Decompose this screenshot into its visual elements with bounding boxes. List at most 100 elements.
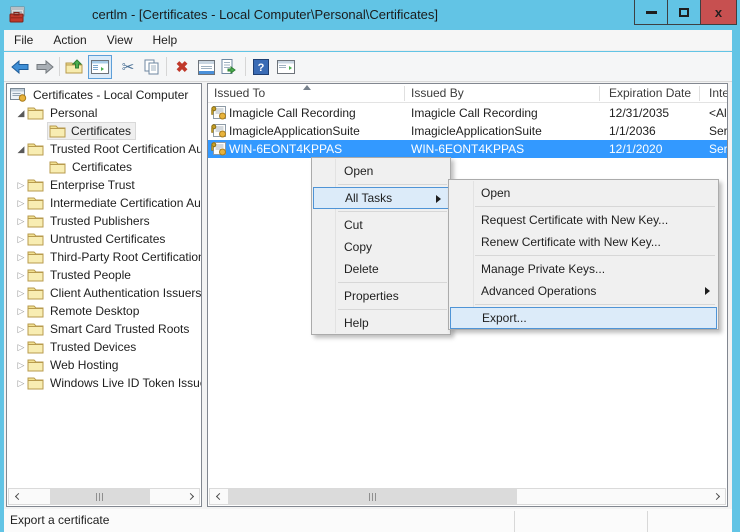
tree-item-label: Smart Card Trusted Roots [47, 321, 192, 337]
tree-item-certificates-local-computer[interactable]: Certificates - Local Computer [7, 86, 202, 104]
collapsed-icon[interactable]: ▷ [15, 379, 27, 388]
expanded-icon[interactable]: ◢ [15, 109, 27, 118]
export-list-icon [221, 59, 239, 75]
menu-separator [475, 304, 715, 305]
scroll-right-button[interactable] [183, 489, 199, 504]
tree-item-third-party[interactable]: ▷ Third-Party Root Certification [7, 248, 202, 266]
cell-issued-by: Imagicle Call Recording [411, 104, 596, 122]
forward-button[interactable] [32, 55, 56, 79]
menu-view[interactable]: View [97, 30, 143, 51]
tree-item-untrusted-certificates[interactable]: ▷ Untrusted Certificates [7, 230, 202, 248]
tree-item-intermediate[interactable]: ▷ Intermediate Certification Au [7, 194, 202, 212]
menu-help[interactable]: Help [143, 30, 188, 51]
context-open[interactable]: Open [313, 160, 449, 182]
context-copy[interactable]: Copy [313, 236, 449, 258]
submenu-advanced-operations[interactable]: Advanced Operations [450, 280, 717, 302]
context-all-tasks[interactable]: All Tasks [313, 187, 449, 209]
column-intended-purposes[interactable]: Inte [709, 84, 728, 103]
submenu-export[interactable]: Export... [450, 307, 717, 329]
tree-item-windows-live-id[interactable]: ▷ Windows Live ID Token Issue [7, 374, 202, 392]
certificate-row[interactable]: Imagicle Call Recording Imagicle Call Re… [208, 104, 727, 122]
column-divider[interactable] [404, 86, 405, 101]
scroll-left-button[interactable] [210, 489, 226, 504]
folder-icon [27, 232, 44, 246]
title-bar[interactable]: certlm - [Certificates - Local Computer\… [0, 0, 740, 30]
tree-item-client-auth-issuers[interactable]: ▷ Client Authentication Issuers [7, 284, 202, 302]
submenu-open[interactable]: Open [450, 182, 717, 204]
cell-expiration: 1/1/2036 [609, 122, 697, 140]
tree-item-trusted-people[interactable]: ▷ Trusted People [7, 266, 202, 284]
context-cut[interactable]: Cut [313, 214, 449, 236]
properties-button[interactable] [194, 55, 218, 79]
column-issued-by[interactable]: Issued By [411, 84, 464, 103]
column-divider[interactable] [599, 86, 600, 101]
help-button[interactable]: ? [249, 55, 273, 79]
tree-item-trusted-root[interactable]: ◢ Trusted Root Certification Au [7, 140, 202, 158]
scrollbar-thumb[interactable] [50, 489, 150, 504]
maximize-button[interactable] [667, 0, 701, 25]
properties-icon [198, 60, 215, 75]
submenu-arrow-icon [436, 195, 441, 203]
column-divider[interactable] [699, 86, 700, 101]
tree-item-label: Trusted People [47, 267, 134, 283]
collapsed-icon[interactable]: ▷ [15, 325, 27, 334]
collapsed-icon[interactable]: ▷ [15, 217, 27, 226]
column-issued-to[interactable]: Issued To [214, 84, 265, 103]
expanded-icon[interactable]: ◢ [15, 145, 27, 154]
menu-action[interactable]: Action [43, 30, 96, 51]
submenu-manage-private-keys[interactable]: Manage Private Keys... [450, 258, 717, 280]
collapsed-icon[interactable]: ▷ [15, 307, 27, 316]
export-list-button[interactable] [218, 55, 242, 79]
scrollbar-thumb[interactable] [228, 489, 517, 504]
scrollbar-track[interactable] [226, 489, 709, 504]
collapsed-icon[interactable]: ▷ [15, 343, 27, 352]
tree-item-remote-desktop[interactable]: ▷ Remote Desktop [7, 302, 202, 320]
menu-file[interactable]: File [4, 30, 43, 51]
window-title: certlm - [Certificates - Local Computer\… [30, 0, 500, 30]
collapsed-icon[interactable]: ▷ [15, 235, 27, 244]
cell-issued-to: Imagicle Call Recording [229, 104, 401, 122]
minimize-button[interactable] [634, 0, 668, 25]
chevron-right-icon [186, 493, 193, 500]
close-button[interactable]: x [700, 0, 737, 25]
tree-item-trusted-devices[interactable]: ▷ Trusted Devices [7, 338, 202, 356]
context-delete[interactable]: Delete [313, 258, 449, 280]
grip-icon [96, 493, 104, 501]
collapsed-icon[interactable]: ▷ [15, 181, 27, 190]
collapsed-icon[interactable]: ▷ [15, 271, 27, 280]
submenu-request-certificate[interactable]: Request Certificate with New Key... [450, 209, 717, 231]
folder-icon [27, 322, 44, 336]
console-root-icon [10, 88, 27, 102]
tree-item-enterprise-trust[interactable]: ▷ Enterprise Trust [7, 176, 202, 194]
status-separator [514, 511, 515, 532]
back-button[interactable] [8, 55, 32, 79]
scrollbar-track[interactable] [25, 489, 183, 504]
tree-horizontal-scrollbar[interactable] [8, 488, 200, 505]
copy-button[interactable] [140, 55, 164, 79]
show-console-tree-button[interactable] [88, 55, 112, 79]
collapsed-icon[interactable]: ▷ [15, 289, 27, 298]
certificate-row[interactable]: ImagicleApplicationSuite ImagicleApplica… [208, 122, 727, 140]
show-action-pane-button[interactable] [274, 55, 298, 79]
scroll-right-button[interactable] [709, 489, 725, 504]
collapsed-icon[interactable]: ▷ [15, 199, 27, 208]
submenu-renew-certificate[interactable]: Renew Certificate with New Key... [450, 231, 717, 253]
list-horizontal-scrollbar[interactable] [209, 488, 726, 505]
tree-item-personal-certificates[interactable]: Certificates [7, 122, 202, 140]
column-expiration-date[interactable]: Expiration Date [609, 84, 691, 103]
delete-button[interactable]: ✖ [170, 55, 194, 79]
context-properties[interactable]: Properties [313, 285, 449, 307]
cut-button[interactable]: ✂ [116, 55, 140, 79]
collapsed-icon[interactable]: ▷ [15, 361, 27, 370]
certificate-row-selected[interactable]: WIN-6EONT4KPPAS WIN-6EONT4KPPAS 12/1/202… [208, 140, 727, 158]
tree-item-web-hosting[interactable]: ▷ Web Hosting [7, 356, 202, 374]
tree-item-trusted-publishers[interactable]: ▷ Trusted Publishers [7, 212, 202, 230]
up-one-level-button[interactable] [63, 55, 87, 79]
collapsed-icon[interactable]: ▷ [15, 253, 27, 262]
cell-intended: <Al [709, 104, 727, 122]
context-help[interactable]: Help [313, 312, 449, 334]
tree-item-smart-card[interactable]: ▷ Smart Card Trusted Roots [7, 320, 202, 338]
tree-item-trusted-root-certificates[interactable]: Certificates [7, 158, 202, 176]
scroll-left-button[interactable] [9, 489, 25, 504]
tree-item-personal[interactable]: ◢ Personal [7, 104, 202, 122]
